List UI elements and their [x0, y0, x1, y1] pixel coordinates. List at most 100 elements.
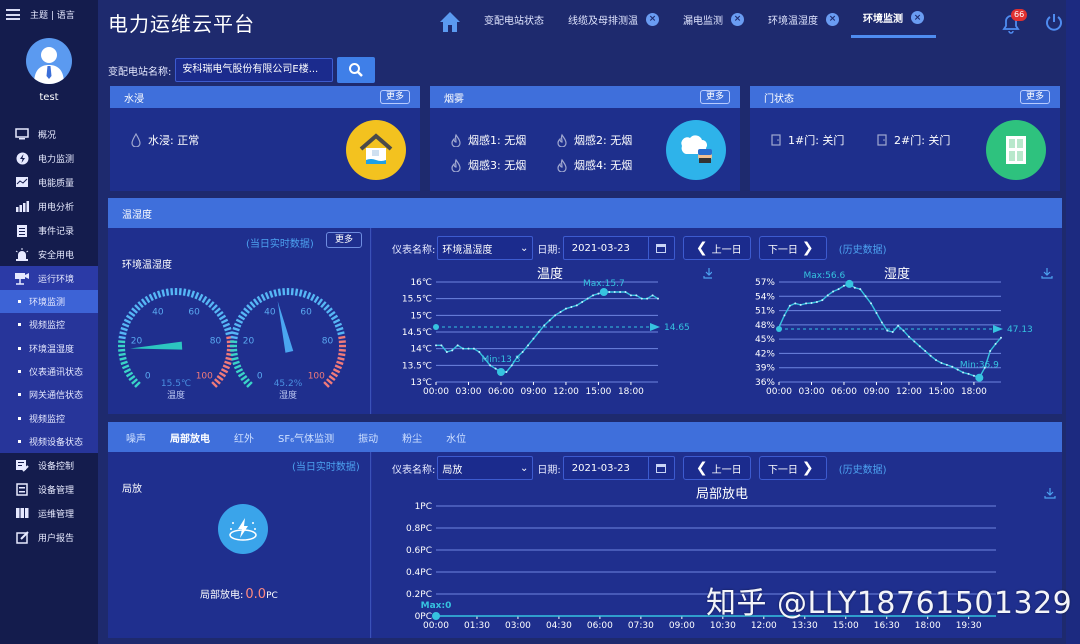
page-scrollbar[interactable]	[1066, 0, 1080, 644]
theme-language-label[interactable]: 主题 | 语言	[30, 8, 75, 21]
close-icon[interactable]: ×	[826, 12, 839, 26]
gauge-pointer	[277, 301, 294, 353]
subtab-partial-discharge[interactable]: 局部放电	[158, 430, 222, 445]
hamburger-menu-icon[interactable]	[6, 9, 20, 20]
subtab-vibration[interactable]: 振动	[346, 430, 390, 445]
tab-env-monitor[interactable]: 环境监测 ×	[851, 0, 936, 38]
subtab-sf6[interactable]: SF₆气体监测	[266, 430, 346, 445]
gauge-tick	[170, 288, 174, 296]
gauge-tick	[233, 322, 242, 328]
sidebar-subitem-meter-comm[interactable]: 仪表通讯状态	[0, 360, 98, 383]
prev-day-button[interactable]: ❮ 上一日	[682, 456, 751, 480]
close-icon[interactable]: ×	[731, 12, 744, 26]
data-point	[956, 368, 959, 371]
date-picker[interactable]: 2021-03-23	[562, 236, 675, 260]
history-data-link[interactable]: (历史数据)	[839, 461, 887, 476]
sidebar-subitem-env-monitor[interactable]: 环境监测	[0, 290, 98, 314]
gauge-tick	[131, 307, 138, 314]
humidity-chart: 湿度36%39%42%45%48%51%54%57%00:00 03:00 06:0…	[755, 266, 1053, 397]
search-button[interactable]	[337, 57, 376, 83]
sidebar-subitem-video-device[interactable]: 视频设备状态	[0, 430, 98, 453]
gauge-tick	[231, 331, 239, 336]
sidebar-item-event-log[interactable]: 事件记录	[0, 218, 98, 242]
card-title: 门状态	[764, 93, 794, 105]
data-point	[886, 329, 889, 332]
theme-language-toggle[interactable]: 主题 | 语言	[6, 8, 75, 21]
prev-day-button[interactable]: ❮ 上一日	[682, 236, 751, 260]
sidebar-item-label: 用电分析	[38, 202, 75, 213]
gauge-0: 0 20 40 60 80 100 15.5℃温度	[118, 288, 234, 401]
gauge-value: 45.2%	[274, 379, 303, 389]
more-button[interactable]: 更多	[379, 90, 410, 104]
tab-leakage[interactable]: 漏电监测 ×	[671, 0, 756, 38]
sidebar-item-safety[interactable]: 安全用电	[0, 242, 98, 266]
x-tick-label: 18:00	[618, 387, 644, 397]
more-button[interactable]: 更多	[326, 232, 363, 248]
subtab-noise[interactable]: 噪声	[114, 430, 158, 445]
sidebar-subitem-video[interactable]: 视频监控	[0, 313, 98, 336]
meter-select[interactable]: 环境温湿度 ⌄	[437, 236, 534, 260]
gauge-tick-label: 0	[145, 371, 151, 381]
gauge-tick	[220, 368, 229, 374]
calendar-icon[interactable]	[647, 457, 674, 479]
sidebar-subitem-env-temp-humidity[interactable]: 环境温湿度	[0, 337, 98, 360]
edit-icon	[14, 530, 30, 544]
date-picker[interactable]: 2021-03-23	[562, 456, 675, 480]
next-day-label: 下一日	[767, 244, 798, 256]
next-day-button[interactable]: 下一日 ❯	[758, 456, 827, 480]
sidebar-item-label: 设备控制	[38, 461, 75, 472]
sidebar-item-device-control[interactable]: 设备控制	[0, 453, 98, 477]
gauge-tick	[120, 360, 128, 366]
sidebar-item-ops-manage[interactable]: 运维管理	[0, 501, 98, 525]
data-point	[913, 340, 916, 343]
close-icon[interactable]: ×	[911, 11, 924, 24]
gauge-tick-label: 100	[196, 371, 213, 381]
flood-house-icon	[346, 120, 406, 180]
station-name-input[interactable]: 安科瑞电气股份有限公司E楼...	[175, 58, 334, 82]
sidebar-subitem-gateway-comm[interactable]: 网关通信状态	[0, 383, 98, 406]
gauge-tick	[216, 375, 224, 382]
gauge-tick	[123, 318, 132, 324]
sidebar-item-user-report[interactable]: 用户报告	[0, 525, 98, 549]
tab-env-temp-humidity[interactable]: 环境温湿度 ×	[756, 0, 851, 38]
logout-button[interactable]	[1044, 12, 1064, 32]
calendar-icon[interactable]	[647, 237, 674, 259]
sidebar-item-power-quality[interactable]: 电能质量	[0, 170, 98, 194]
x-tick-label: 15:00	[585, 387, 611, 397]
sidebar-item-usage-analysis[interactable]: 用电分析	[0, 194, 98, 218]
gauge-name: 温度	[167, 389, 185, 401]
flame-icon	[450, 133, 462, 147]
temp-humidity-charts: 仪表名称: 环境温湿度 ⌄ 日期: 2021-03-23 ❮ 上一日 下一日 ❯ (历…	[372, 228, 1062, 414]
tab-cable-temp[interactable]: 线缆及母排测温 ×	[556, 0, 671, 38]
subtab-water-level[interactable]: 水位	[434, 430, 478, 445]
subtab-infrared[interactable]: 红外	[222, 430, 266, 445]
more-button[interactable]: 更多	[1019, 90, 1050, 104]
gauge-name: 湿度	[279, 389, 297, 401]
tab-bar: 变配电站状态 线缆及母排测温 × 漏电监测 × 环境温湿度 × 环境监测 ×	[472, 0, 936, 40]
meter-select[interactable]: 局放 ⌄	[437, 456, 534, 480]
history-data-link[interactable]: (历史数据)	[839, 241, 887, 256]
y-tick-label: 57%	[755, 278, 775, 288]
sidebar-item-environment[interactable]: 运行环境	[0, 266, 98, 290]
gauge-tick	[208, 301, 215, 308]
home-button[interactable]	[438, 10, 462, 34]
gauge-tick	[332, 318, 341, 324]
gauge-tick	[294, 288, 299, 296]
sidebar-item-power-monitor[interactable]: 电力监测	[0, 146, 98, 170]
more-button[interactable]: 更多	[699, 90, 730, 104]
door-closed-icon	[986, 120, 1046, 180]
sidebar-item-overview[interactable]: 概况	[0, 122, 98, 146]
sidebar-subitem-video-2[interactable]: 视频监控	[0, 406, 98, 429]
date-value: 2021-03-23	[571, 462, 630, 474]
gauge-tick	[120, 326, 128, 332]
subitem-label: 视频监控	[29, 321, 66, 332]
avatar[interactable]	[26, 38, 72, 84]
gauge-tick	[249, 301, 256, 308]
y-tick-label: 0.2PC	[406, 590, 432, 600]
next-day-button[interactable]: 下一日 ❯	[758, 236, 827, 260]
subtab-dust[interactable]: 粉尘	[390, 430, 434, 445]
data-point	[994, 342, 997, 345]
close-icon[interactable]: ×	[646, 12, 659, 26]
tab-station-status[interactable]: 变配电站状态	[472, 0, 556, 38]
sidebar-item-device-manage[interactable]: 设备管理	[0, 477, 98, 501]
